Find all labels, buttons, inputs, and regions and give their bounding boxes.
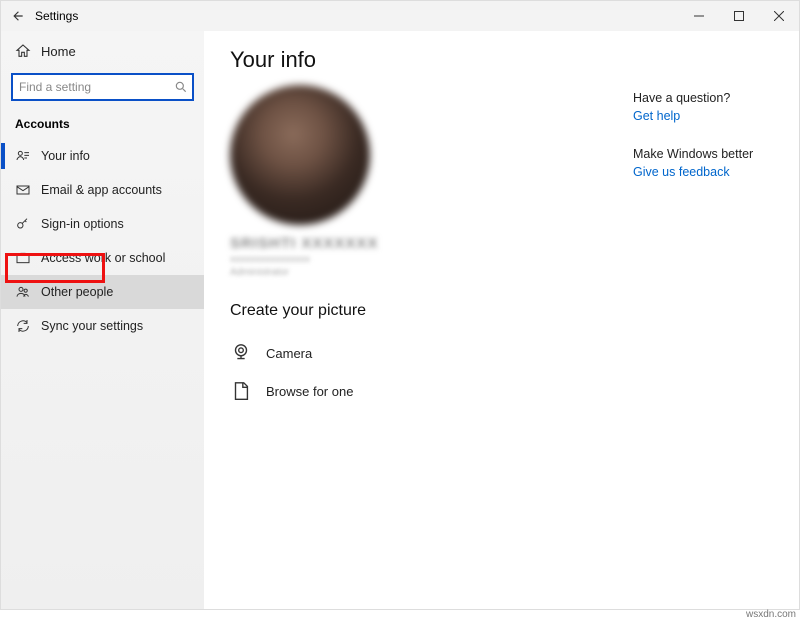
home-label: Home	[41, 44, 76, 59]
section-label: Accounts	[1, 111, 204, 139]
mail-icon	[15, 182, 31, 198]
sidebar-item-sync[interactable]: Sync your settings	[1, 309, 204, 343]
person-card-icon	[15, 148, 31, 164]
user-name: SRISHTI XXXXXXX	[230, 235, 633, 252]
avatar	[230, 85, 370, 225]
sidebar-item-label: Your info	[41, 149, 90, 163]
page-title: Your info	[230, 47, 633, 73]
maximize-button[interactable]	[719, 1, 759, 31]
sidebar-item-signin[interactable]: Sign-in options	[1, 207, 204, 241]
window-title: Settings	[35, 9, 78, 23]
create-picture-heading: Create your picture	[230, 302, 633, 320]
window-controls	[679, 1, 799, 31]
search-box[interactable]	[11, 73, 194, 101]
key-icon	[15, 216, 31, 232]
main-panel: Your info SRISHTI XXXXXXX xxxxxxxxxxxxxx…	[204, 31, 799, 609]
home-button[interactable]: Home	[1, 35, 204, 67]
get-help-link[interactable]: Get help	[633, 109, 793, 123]
close-icon	[774, 11, 784, 21]
sidebar-item-your-info[interactable]: Your info	[1, 139, 204, 173]
sync-icon	[15, 318, 31, 334]
file-icon	[230, 380, 252, 402]
camera-option[interactable]: Camera	[230, 334, 633, 372]
camera-icon	[230, 342, 252, 364]
people-icon	[15, 284, 31, 300]
content-area: Home Accounts Your info	[1, 31, 799, 609]
sidebar-item-label: Access work or school	[41, 251, 165, 265]
right-panel: Have a question? Get help Make Windows b…	[633, 47, 793, 609]
sidebar: Home Accounts Your info	[1, 31, 204, 609]
question-heading: Have a question?	[633, 91, 793, 105]
sidebar-item-label: Other people	[41, 285, 113, 299]
minimize-button[interactable]	[679, 1, 719, 31]
sidebar-item-label: Sign-in options	[41, 217, 124, 231]
back-arrow-icon	[11, 9, 25, 23]
home-icon	[15, 43, 31, 59]
sidebar-item-email[interactable]: Email & app accounts	[1, 173, 204, 207]
sidebar-item-label: Email & app accounts	[41, 183, 162, 197]
settings-window: Settings Home	[0, 0, 800, 610]
browse-option[interactable]: Browse for one	[230, 372, 633, 410]
feedback-heading: Make Windows better	[633, 147, 793, 161]
search-icon	[174, 80, 188, 94]
search-container	[1, 67, 204, 111]
user-email: xxxxxxxxxxxxxxxx	[230, 254, 633, 265]
sidebar-item-other-people[interactable]: Other people	[1, 275, 204, 309]
user-role: Administrator	[230, 267, 633, 278]
maximize-icon	[734, 11, 744, 21]
back-button[interactable]	[11, 9, 25, 23]
feedback-link[interactable]: Give us feedback	[633, 165, 793, 179]
watermark: wsxdn.com	[746, 609, 796, 620]
search-input[interactable]	[19, 80, 174, 94]
close-button[interactable]	[759, 1, 799, 31]
briefcase-icon	[15, 250, 31, 266]
browse-label: Browse for one	[266, 384, 353, 399]
camera-label: Camera	[266, 346, 312, 361]
sidebar-item-label: Sync your settings	[41, 319, 143, 333]
titlebar: Settings	[1, 1, 799, 31]
minimize-icon	[694, 11, 704, 21]
sidebar-item-work-school[interactable]: Access work or school	[1, 241, 204, 275]
